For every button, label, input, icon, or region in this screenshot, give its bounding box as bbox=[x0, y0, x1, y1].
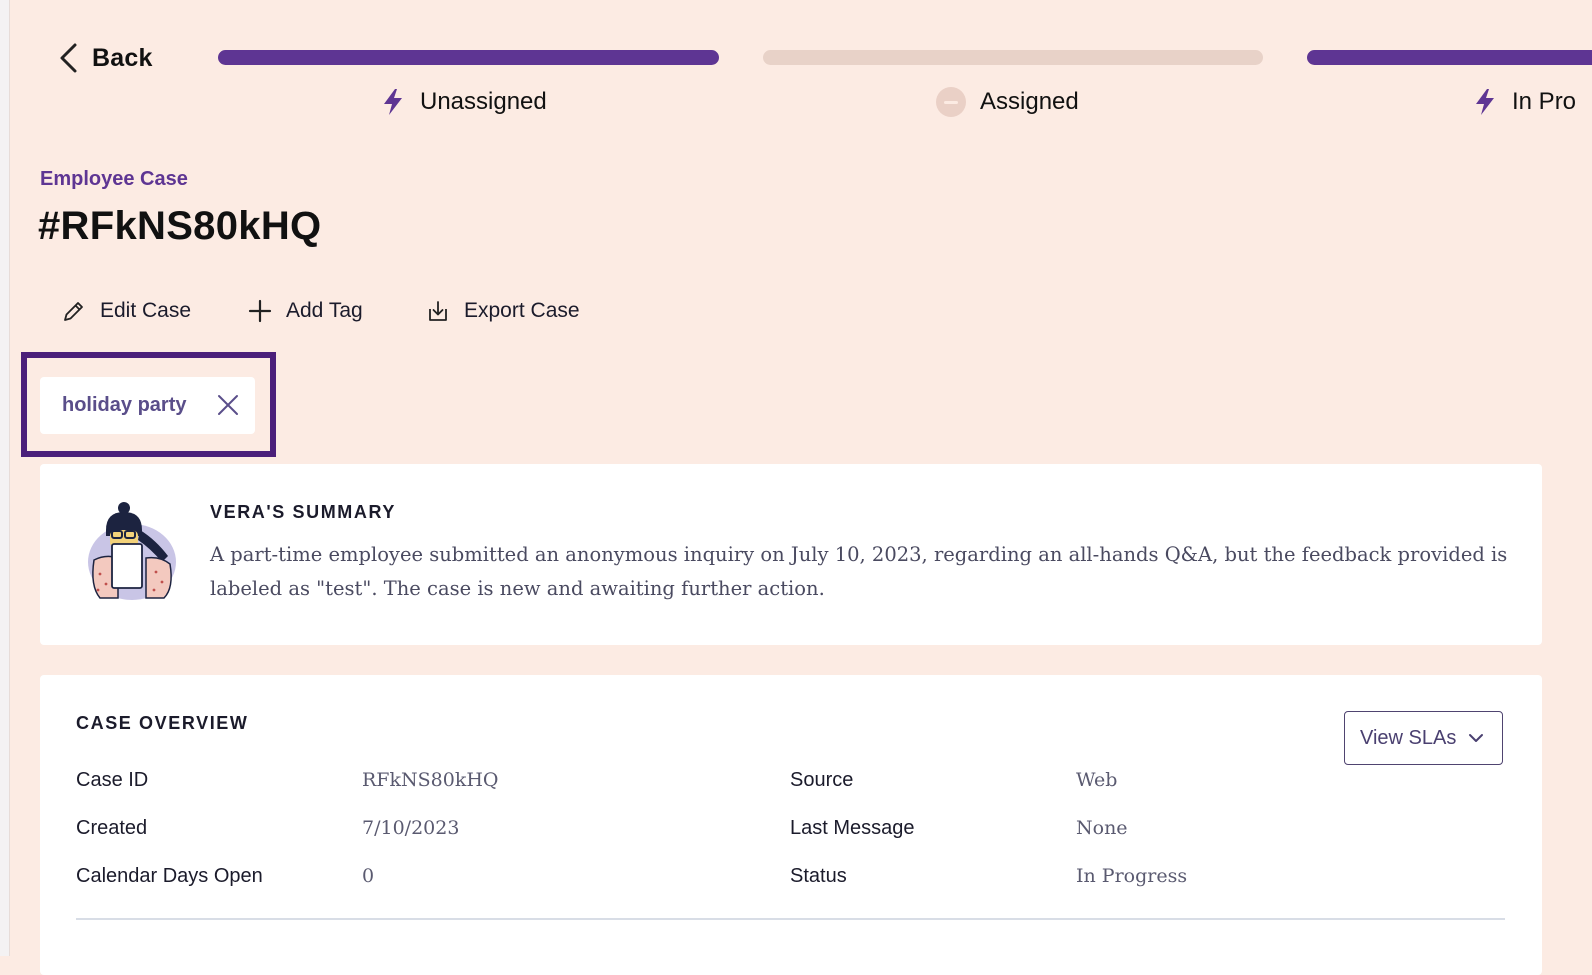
tag-label: holiday party bbox=[62, 394, 187, 416]
stage-label-text: Assigned bbox=[980, 88, 1079, 115]
overview-heading: CASE OVERVIEW bbox=[76, 713, 249, 733]
vera-avatar-icon bbox=[88, 502, 176, 600]
bolt-icon bbox=[384, 89, 402, 115]
add-tag-button[interactable]: Add Tag bbox=[248, 292, 363, 330]
export-case-button[interactable]: Export Case bbox=[426, 292, 580, 330]
view-slas-dropdown[interactable]: View SLAs bbox=[1344, 711, 1503, 765]
download-icon bbox=[429, 301, 447, 321]
minus-circle-icon bbox=[936, 87, 966, 117]
field-value-source: Web bbox=[1076, 769, 1118, 791]
case-overview-card: CASE OVERVIEW View SLAs Case ID RFkNS80k… bbox=[40, 675, 1542, 975]
overview-divider bbox=[76, 918, 1505, 920]
field-value-calendar-days-open: 0 bbox=[362, 865, 375, 887]
field-value-created: 7/10/2023 bbox=[362, 817, 460, 839]
view-slas-label: View SLAs bbox=[1360, 726, 1457, 749]
edit-case-label: Edit Case bbox=[100, 299, 192, 322]
stage-bar-assigned bbox=[763, 50, 1263, 65]
stage-label-text: In Pro bbox=[1512, 88, 1577, 115]
field-label-status: Status bbox=[790, 865, 847, 887]
summary-text: A part-time employee submitted an anonym… bbox=[210, 543, 1508, 600]
stage-in-progress: In Pro bbox=[1472, 84, 1576, 120]
back-button[interactable]: Back bbox=[58, 40, 153, 76]
stage-label-text: Unassigned bbox=[420, 88, 547, 115]
field-label-last-message: Last Message bbox=[790, 817, 915, 839]
field-value-last-message: None bbox=[1076, 817, 1128, 839]
stage-bar-unassigned bbox=[218, 50, 719, 65]
bolt-icon bbox=[1476, 89, 1494, 115]
edit-case-button[interactable]: Edit Case bbox=[62, 292, 191, 330]
page-title: #RFkNS80kHQ bbox=[38, 204, 322, 248]
back-label: Back bbox=[92, 43, 153, 72]
pencil-icon bbox=[64, 302, 83, 321]
stage-bar-in-progress bbox=[1307, 50, 1592, 65]
stage-assigned: Assigned bbox=[936, 84, 1079, 120]
chevron-down-icon bbox=[1469, 734, 1484, 742]
field-label-created: Created bbox=[76, 817, 148, 839]
chevron-left-icon bbox=[60, 43, 77, 73]
plus-icon bbox=[248, 299, 272, 323]
field-label-source: Source bbox=[790, 769, 854, 791]
stage-unassigned: Unassigned bbox=[380, 84, 547, 120]
field-value-case-id: RFkNS80kHQ bbox=[362, 769, 499, 791]
export-case-label: Export Case bbox=[464, 299, 580, 322]
field-label-case-id: Case ID bbox=[76, 769, 149, 791]
case-type-label: Employee Case bbox=[40, 168, 188, 190]
field-label-calendar-days-open: Calendar Days Open bbox=[76, 865, 263, 887]
tag-chip: holiday party bbox=[40, 377, 255, 434]
field-value-status: In Progress bbox=[1076, 865, 1188, 887]
summary-card: VERA'S SUMMARY A part-time employee subm… bbox=[40, 464, 1542, 645]
close-icon[interactable] bbox=[216, 393, 240, 417]
summary-heading: VERA'S SUMMARY bbox=[210, 502, 397, 522]
add-tag-label: Add Tag bbox=[286, 299, 363, 322]
left-edge-strip bbox=[0, 0, 10, 956]
